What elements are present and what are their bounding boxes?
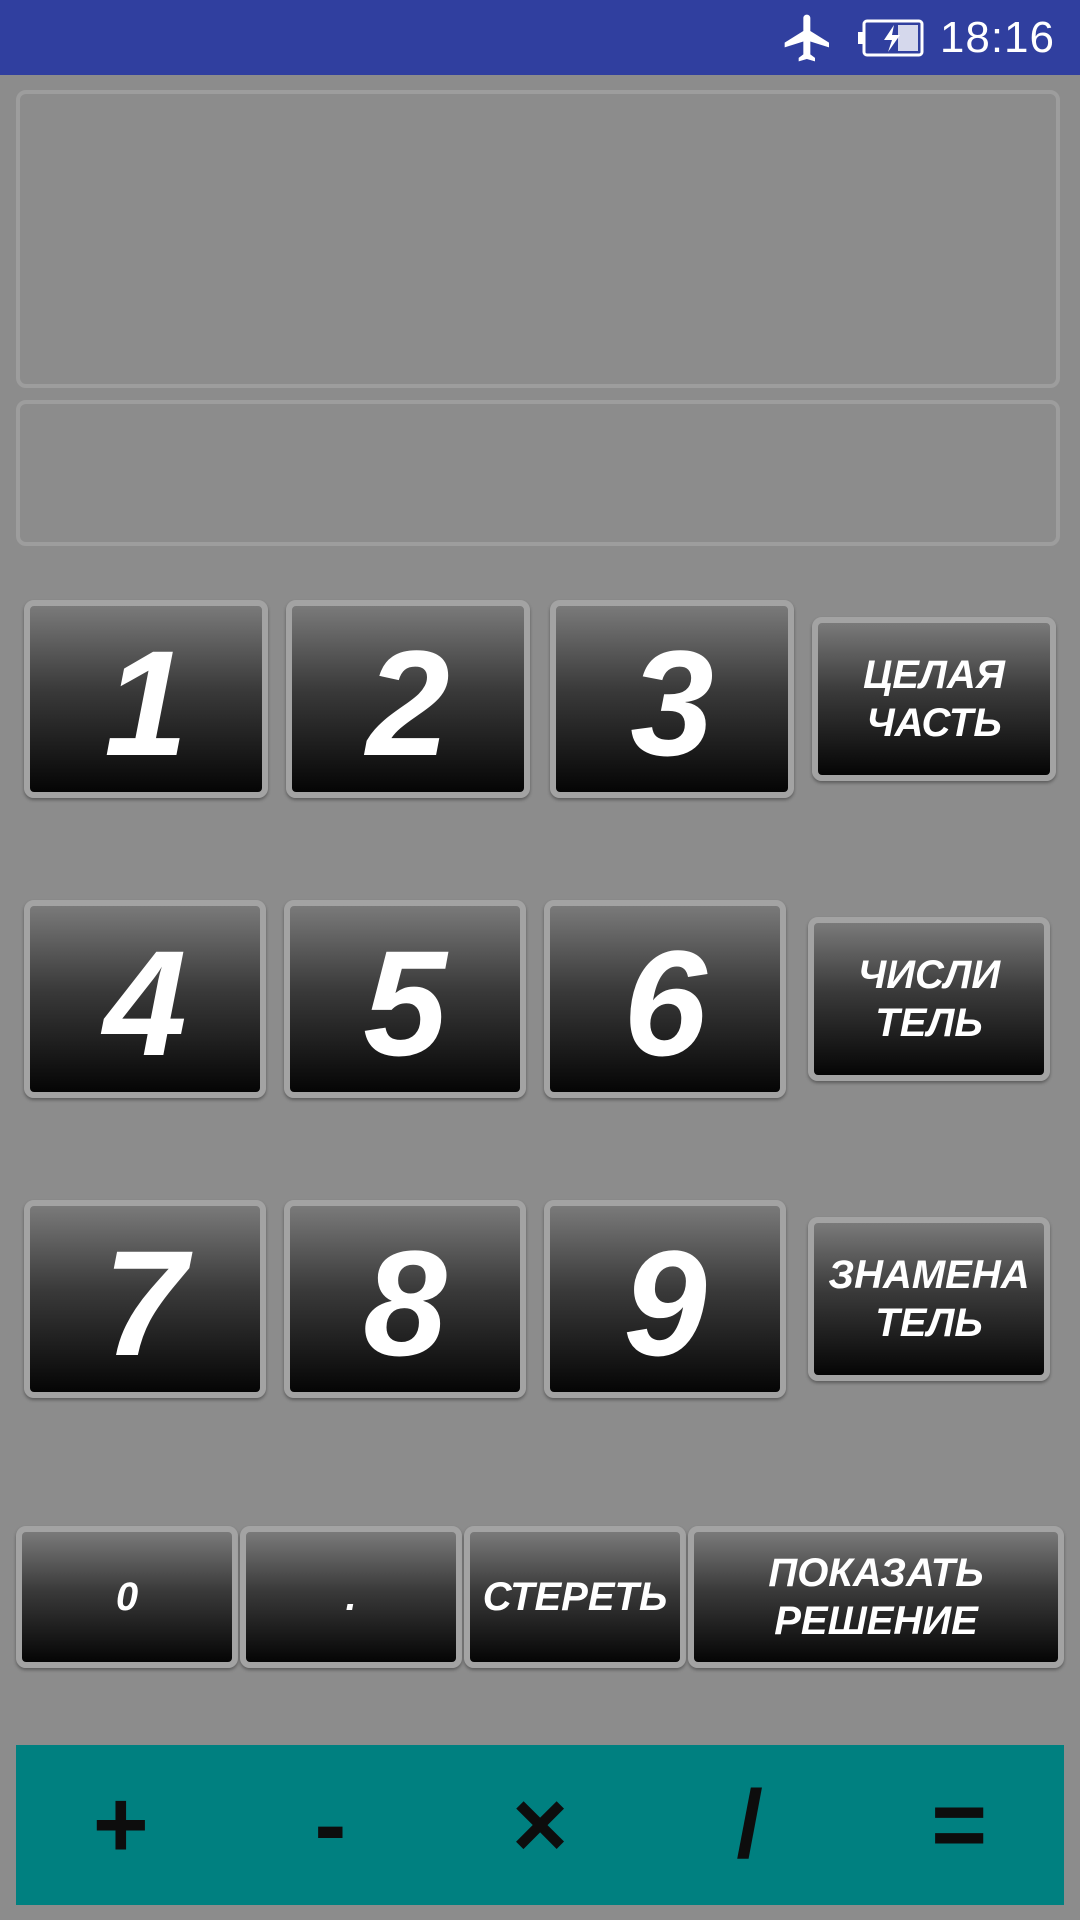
secondary-display bbox=[16, 400, 1060, 546]
plus-button[interactable]: + bbox=[36, 1777, 206, 1873]
show-solution-button[interactable]: ПОКАЗАТЬ РЕШЕНИЕ bbox=[688, 1526, 1064, 1668]
minus-button[interactable]: - bbox=[245, 1777, 415, 1873]
numerator-button[interactable]: ЧИСЛИ ТЕЛЬ bbox=[808, 917, 1050, 1081]
digit-8-button[interactable]: 8 bbox=[284, 1200, 526, 1398]
status-bar: 18:16 bbox=[0, 0, 1080, 75]
digit-0-button[interactable]: 0 bbox=[16, 1526, 238, 1668]
digit-6-button[interactable]: 6 bbox=[544, 900, 786, 1098]
whole-part-button[interactable]: ЦЕЛАЯ ЧАСТЬ bbox=[812, 617, 1056, 781]
digit-2-button[interactable]: 2 bbox=[286, 600, 530, 798]
digit-3-button[interactable]: 3 bbox=[550, 600, 794, 798]
main-display bbox=[16, 90, 1060, 388]
status-time: 18:16 bbox=[939, 13, 1055, 62]
denominator-button[interactable]: ЗНАМЕНА ТЕЛЬ bbox=[808, 1217, 1050, 1381]
decimal-point-button[interactable]: . bbox=[240, 1526, 462, 1668]
digit-7-button[interactable]: 7 bbox=[24, 1200, 266, 1398]
digit-4-button[interactable]: 4 bbox=[24, 900, 266, 1098]
divide-button[interactable]: / bbox=[665, 1777, 835, 1873]
digit-5-button[interactable]: 5 bbox=[284, 900, 526, 1098]
equals-button[interactable]: = bbox=[874, 1777, 1044, 1873]
clear-button[interactable]: СТЕРЕТЬ bbox=[464, 1526, 686, 1668]
operators-bar: + - × / = bbox=[16, 1745, 1064, 1905]
battery-charging-icon bbox=[858, 19, 924, 57]
multiply-button[interactable]: × bbox=[455, 1777, 625, 1873]
digit-9-button[interactable]: 9 bbox=[544, 1200, 786, 1398]
airplane-mode-icon bbox=[784, 14, 829, 62]
digit-1-button[interactable]: 1 bbox=[24, 600, 268, 798]
